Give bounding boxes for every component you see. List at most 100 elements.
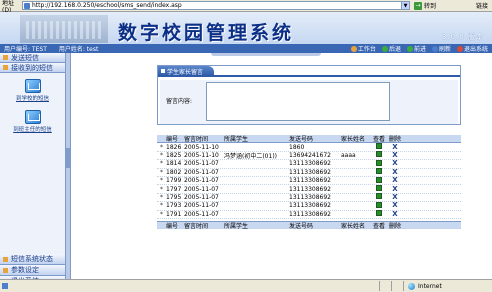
refresh-button[interactable]: 刷新 xyxy=(431,44,451,53)
view-button[interactable] xyxy=(371,185,387,193)
table-row: * 1825 2005-11-10 冯梦涵(初中二(01)) 13694241672 aa… xyxy=(157,150,461,161)
view-button[interactable] xyxy=(371,193,387,201)
links-button[interactable]: 链接 xyxy=(476,1,488,10)
refresh-icon xyxy=(431,45,438,52)
cell-id: 1802 xyxy=(166,168,182,176)
folder-icon xyxy=(3,65,8,70)
delete-icon: X xyxy=(392,192,398,201)
message-content-textarea[interactable] xyxy=(206,82,390,121)
cell-student: 冯梦涵(初中二(01)) xyxy=(224,152,277,160)
table-row: * 1802 2005-11-07 13113308692 X xyxy=(157,167,461,177)
view-icon xyxy=(376,201,382,208)
cell-time: 2005-11-07 xyxy=(184,185,219,193)
table-footer: 编号 留言时间 所属学生 发送号码 家长姓名 查看 删除 xyxy=(157,220,461,230)
sidebar-link-school-sms[interactable]: 到学校的短信 xyxy=(0,79,65,102)
message-table: 编号 留言时间 所属学生 发送号码 家长姓名 查看 删除 * 1826 2005-1… xyxy=(157,135,461,230)
toolbar: 工作台 后退 前进 刷新 退出系统 xyxy=(345,44,488,53)
sidebar-item-settings[interactable]: 参数设定 xyxy=(0,265,65,276)
page-icon xyxy=(24,2,30,9)
view-button[interactable] xyxy=(371,151,387,159)
cell-id: 1793 xyxy=(166,202,182,210)
sidebar-item-sms-status[interactable]: 短信系统状态 xyxy=(0,254,65,265)
delete-button[interactable]: X xyxy=(387,177,403,184)
col-parent: 家长姓名 xyxy=(341,136,366,144)
cell-phone: 13694241672 xyxy=(289,151,331,159)
cell-phone: 1860 xyxy=(289,143,305,151)
sidebar-item-send-sms[interactable]: 发送短信 xyxy=(0,53,65,63)
back-button[interactable]: 后退 xyxy=(381,44,401,53)
col-student: 所属学生 xyxy=(224,136,249,144)
tab-underline xyxy=(158,75,460,77)
col-phone: 发送号码 xyxy=(289,136,314,144)
view-button[interactable] xyxy=(371,159,387,168)
header-banner: 数字校园管理系统 3.0.0 版本 xyxy=(0,12,492,44)
delete-button[interactable]: X xyxy=(387,160,403,167)
view-button[interactable] xyxy=(371,176,387,185)
cell-phone: 13113308692 xyxy=(289,193,331,201)
forward-button[interactable]: 前进 xyxy=(406,44,426,53)
view-button[interactable] xyxy=(371,168,387,176)
workbench-button[interactable]: 工作台 xyxy=(350,44,376,53)
table-row: * 1791 2005-11-07 13113308692 X xyxy=(157,209,461,219)
tab-icon xyxy=(161,69,165,73)
forward-icon xyxy=(406,45,413,52)
app-title: 数字校园管理系统 xyxy=(118,22,295,44)
table-row: * 1814 2005-11-07 13113308692 X xyxy=(157,159,461,169)
delete-icon: X xyxy=(392,150,398,159)
delete-icon: X xyxy=(392,209,398,218)
col-delete: 删除 xyxy=(388,136,401,144)
col-time: 留言时间 xyxy=(184,136,209,144)
table-row: * 1795 2005-11-07 13113308692 X xyxy=(157,192,461,203)
table-row: * 1826 2005-11-10 1860 X xyxy=(157,143,461,152)
view-icon xyxy=(376,151,382,158)
sidebar-panel: 到学校的短信 到班主任的短信 xyxy=(0,73,65,254)
cell-phone: 13113308692 xyxy=(289,168,331,176)
delete-button[interactable]: X xyxy=(387,167,403,176)
view-button[interactable] xyxy=(371,201,387,210)
view-icon xyxy=(376,193,382,200)
cell-id: 1797 xyxy=(166,185,182,193)
table-row: * 1793 2005-11-07 13113308692 X xyxy=(157,201,461,211)
row-marker: * xyxy=(160,210,163,218)
cell-phone: 13113308692 xyxy=(289,202,331,210)
row-marker: * xyxy=(160,177,163,185)
delete-button[interactable]: X xyxy=(387,143,403,151)
cell-phone: 13113308692 xyxy=(289,177,331,185)
go-label: 转到 xyxy=(424,3,437,10)
delete-icon: X xyxy=(392,201,398,210)
delete-button[interactable]: X xyxy=(387,209,403,218)
delete-button[interactable]: X xyxy=(387,202,403,209)
cell-time: 2005-11-07 xyxy=(184,193,219,201)
page-icon xyxy=(2,283,8,289)
cell-time: 2005-11-07 xyxy=(184,177,219,185)
logout-icon xyxy=(456,45,463,52)
folder-icon xyxy=(3,267,8,273)
logout-button[interactable]: 退出系统 xyxy=(456,44,488,53)
address-url[interactable]: http://192.168.0.250/eschool/sms_send/in… xyxy=(32,2,182,9)
address-dropdown-button[interactable]: ▼ xyxy=(402,1,410,10)
globe-icon xyxy=(408,282,415,290)
view-button[interactable] xyxy=(371,210,387,218)
version-label: 3.0.0 版本 xyxy=(441,33,484,41)
sidebar-link-teacher-sms[interactable]: 到班主任的短信 xyxy=(0,110,65,133)
delete-button[interactable]: X xyxy=(387,185,403,193)
cell-id: 1826 xyxy=(166,143,182,151)
status-text xyxy=(0,281,380,291)
folder-icon xyxy=(3,256,8,262)
row-marker: * xyxy=(160,151,163,159)
go-button[interactable]: → 转到 xyxy=(414,1,436,10)
delete-button[interactable]: X xyxy=(387,150,403,159)
cell-phone: 13113308692 xyxy=(289,185,331,193)
row-marker: * xyxy=(160,185,163,193)
main-content: 学生家长留言 留言内容: 编号 留言时间 所属学生 发送号码 家长姓名 查看 删… xyxy=(71,53,492,279)
view-button[interactable] xyxy=(371,143,387,151)
user-info-bar: 用户编号: TEST 用户姓名: test 工作台 后退 前进 刷新 退出系统 xyxy=(0,44,492,53)
go-arrow-icon: → xyxy=(414,1,422,10)
sidebar-item-received-sms[interactable]: 接收到的短信 xyxy=(0,63,65,73)
delete-button[interactable]: X xyxy=(387,192,403,201)
top-collapse-handle[interactable] xyxy=(211,53,321,56)
delete-icon: X xyxy=(392,167,398,176)
mail-icon xyxy=(24,79,41,93)
address-input[interactable]: http://192.168.0.250/eschool/sms_send/in… xyxy=(22,1,402,10)
table-row: * 1799 2005-11-07 13113308692 X xyxy=(157,176,461,186)
